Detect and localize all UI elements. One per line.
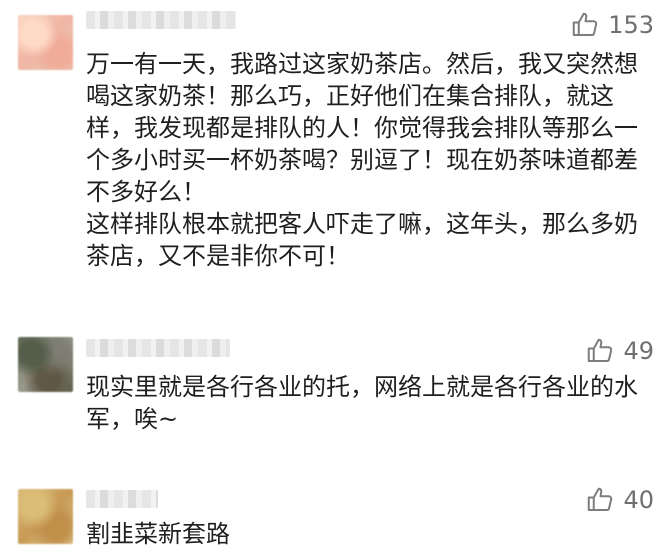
like-count: 153 <box>608 11 654 39</box>
like-button[interactable]: 40 <box>585 485 654 515</box>
like-button[interactable]: 153 <box>570 10 654 40</box>
like-count: 40 <box>623 486 654 514</box>
comment-text: 现实里就是各行各业的托，网络上就是各行各业的水军，唉~ <box>86 373 638 433</box>
username-blurred[interactable] <box>86 11 236 29</box>
thumbs-up-icon <box>588 338 613 362</box>
comment-text: 万一有一天，我路过这家奶茶店。然后，我又突然想喝这家奶茶！那么巧，正好他们在集合… <box>86 50 638 270</box>
username-blurred[interactable] <box>86 339 230 357</box>
like-count: 49 <box>623 337 654 365</box>
avatar[interactable] <box>18 337 73 392</box>
username-blurred[interactable] <box>86 490 158 508</box>
comment-list: 153 万一有一天，我路过这家奶茶店。然后，我又突然想喝这家奶茶！那么巧，正好他… <box>0 0 672 557</box>
thumbs-up-icon <box>588 487 613 511</box>
thumbs-up-icon <box>572 12 598 36</box>
like-button[interactable]: 49 <box>585 336 654 366</box>
comment-text: 割韭菜新套路 <box>86 520 230 548</box>
avatar[interactable] <box>18 15 73 70</box>
avatar[interactable] <box>18 489 73 544</box>
